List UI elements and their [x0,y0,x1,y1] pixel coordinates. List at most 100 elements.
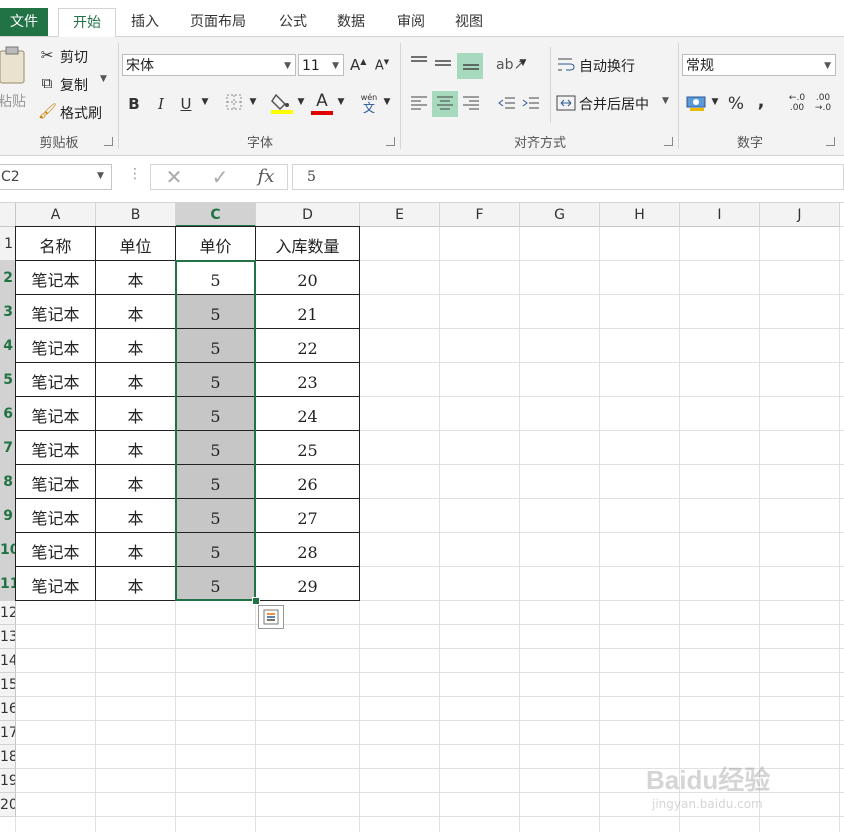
cell-c4[interactable]: 5 [175,328,256,363]
cell-c1[interactable]: 单价 [175,226,256,261]
cell-a11[interactable]: 笔记本 [15,566,96,601]
align-left-button[interactable] [408,91,430,117]
tab-review[interactable]: 审阅 [388,8,434,36]
row-header-7[interactable]: 7 [0,431,16,465]
cell-b4[interactable]: 本 [95,328,176,363]
paste-button[interactable]: 粘贴 [0,45,30,117]
row-header-5[interactable]: 5 [0,363,16,397]
cell-b5[interactable]: 本 [95,362,176,397]
italic-button[interactable]: I [154,95,168,113]
column-header-c[interactable]: C [176,203,256,227]
cell-b8[interactable]: 本 [95,464,176,499]
copy-button[interactable]: ⧉ 复制 ▼ [38,73,118,95]
dialog-launcher-icon[interactable] [104,137,113,146]
cell-d4[interactable]: 22 [255,328,360,363]
dialog-launcher-icon[interactable] [664,137,673,146]
auto-fill-options-button[interactable] [258,605,284,629]
chevron-down-icon[interactable]: ▼ [336,97,346,107]
bold-button[interactable]: B [126,95,142,113]
cell-a9[interactable]: 笔记本 [15,498,96,533]
chevron-down-icon[interactable]: ▼ [200,97,210,107]
decrease-indent-button[interactable] [496,93,518,117]
font-size-combo[interactable]: 11 ▼ [298,54,344,76]
column-header-e[interactable]: E [360,203,440,227]
cell-b10[interactable]: 本 [95,532,176,567]
align-bottom-button[interactable] [457,53,483,79]
column-header-d[interactable]: D [256,203,360,227]
chevron-down-icon[interactable]: ▼ [248,97,258,107]
cell-d7[interactable]: 25 [255,430,360,465]
name-box[interactable]: C2 ▼ [0,164,112,190]
cell-d1[interactable]: 入库数量 [255,226,360,261]
percent-button[interactable]: % [726,94,746,114]
comma-style-button[interactable]: , [754,91,768,112]
font-color-button[interactable]: A [310,91,334,115]
phonetic-button[interactable]: wén 文 [358,93,380,114]
row-header-2[interactable]: 2 [0,261,16,295]
align-top-button[interactable] [408,53,430,79]
cell-c6[interactable]: 5 [175,396,256,431]
cell-d9[interactable]: 27 [255,498,360,533]
cell-a1[interactable]: 名称 [15,226,96,261]
cell-b7[interactable]: 本 [95,430,176,465]
row-header-19[interactable]: 19 [0,769,16,793]
insert-function-button[interactable]: fx [253,166,279,187]
chevron-down-icon[interactable]: ▼ [710,97,720,107]
dialog-launcher-icon[interactable] [386,137,395,146]
decrease-decimal-button[interactable]: .00 →.0 [812,93,834,113]
column-header-h[interactable]: H [600,203,680,227]
cell-d8[interactable]: 26 [255,464,360,499]
format-painter-button[interactable]: 🖌 格式刷 [38,101,118,123]
grow-font-button[interactable]: A▲ [350,56,366,74]
font-name-combo[interactable]: 宋体 ▼ [122,54,296,76]
row-header-1[interactable]: 1 [0,227,16,261]
cancel-icon[interactable]: ✕ [163,165,185,189]
cell-b3[interactable]: 本 [95,294,176,329]
cell-c2[interactable]: 5 [175,260,256,295]
formula-input[interactable]: 5 [292,164,844,190]
cell-b1[interactable]: 单位 [95,226,176,261]
cell-a10[interactable]: 笔记本 [15,532,96,567]
cell-c3[interactable]: 5 [175,294,256,329]
cell-c5[interactable]: 5 [175,362,256,397]
row-header-11[interactable]: 11 [0,567,16,601]
accounting-format-button[interactable] [686,93,708,117]
column-header-a[interactable]: A [16,203,96,227]
tab-data[interactable]: 数据 [328,8,374,36]
row-header-8[interactable]: 8 [0,465,16,499]
row-header-17[interactable]: 17 [0,721,16,745]
border-button[interactable] [224,93,244,115]
fill-color-button[interactable] [270,91,294,119]
column-header-b[interactable]: B [96,203,176,227]
row-header-12[interactable]: 12 [0,601,16,625]
enter-check-icon[interactable]: ✓ [209,165,231,189]
chevron-down-icon[interactable]: ▼ [518,58,528,68]
cell-d5[interactable]: 23 [255,362,360,397]
cell-a3[interactable]: 笔记本 [15,294,96,329]
row-header-13[interactable]: 13 [0,625,16,649]
align-center-button[interactable] [432,91,458,117]
cell-c8[interactable]: 5 [175,464,256,499]
row-header-20[interactable]: 20 [0,793,16,817]
cell-b2[interactable]: 本 [95,260,176,295]
cell-a5[interactable]: 笔记本 [15,362,96,397]
tab-formulas[interactable]: 公式 [270,8,316,36]
row-header-9[interactable]: 9 [0,499,16,533]
cell-d11[interactable]: 29 [255,566,360,601]
cell-c10[interactable]: 5 [175,532,256,567]
tab-page-layout[interactable]: 页面布局 [182,8,254,36]
align-right-button[interactable] [460,91,482,117]
select-all-corner[interactable] [0,203,16,227]
underline-button[interactable]: U [178,95,194,113]
dialog-launcher-icon[interactable] [826,137,835,146]
cell-d2[interactable]: 20 [255,260,360,295]
row-header-6[interactable]: 6 [0,397,16,431]
column-header-i[interactable]: I [680,203,760,227]
cell-a2[interactable]: 笔记本 [15,260,96,295]
shrink-font-button[interactable]: A▼ [374,58,390,73]
cell-a6[interactable]: 笔记本 [15,396,96,431]
cell-c9[interactable]: 5 [175,498,256,533]
row-header-15[interactable]: 15 [0,673,16,697]
increase-indent-button[interactable] [520,93,542,117]
cell-b11[interactable]: 本 [95,566,176,601]
